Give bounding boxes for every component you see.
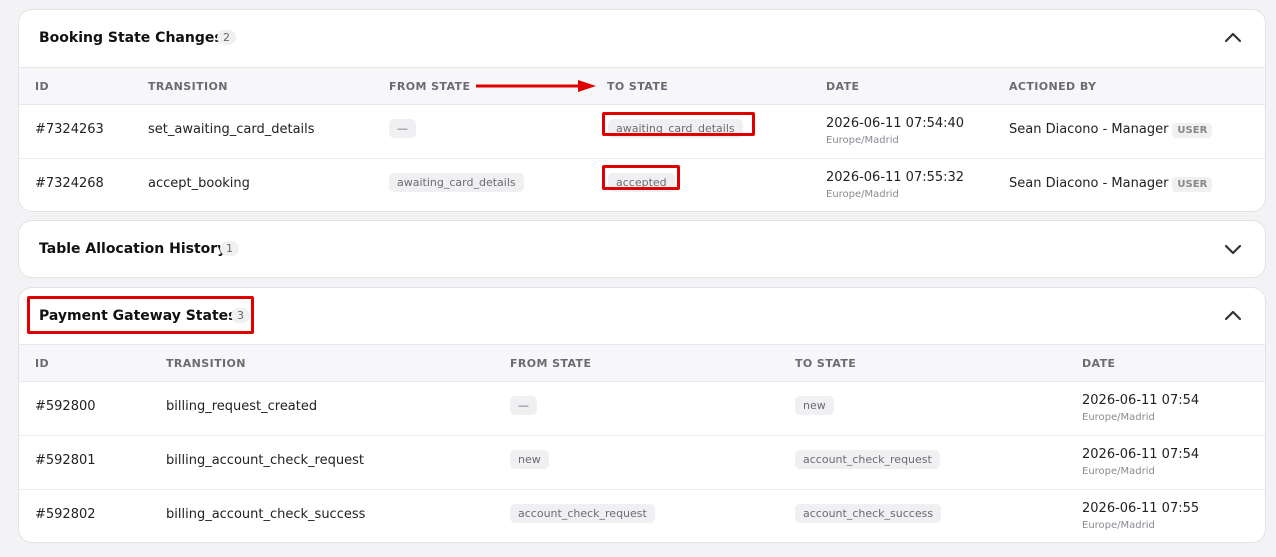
row-transition: billing_account_check_request — [166, 453, 364, 468]
row-id: #592800 — [35, 399, 96, 414]
booking-state-changes-panel: Booking State Changes 2 ID TRANSITION FR… — [18, 9, 1266, 212]
col-id: ID — [35, 80, 50, 93]
row-transition: billing_request_created — [166, 399, 318, 414]
table-row: #7324263 set_awaiting_card_details — awa… — [19, 105, 1265, 159]
from-state-chip: new — [510, 450, 549, 469]
row-transition: billing_account_check_success — [166, 507, 366, 522]
count-badge: 2 — [217, 30, 236, 45]
chevron-down-icon[interactable] — [1223, 239, 1243, 259]
row-id: #592801 — [35, 453, 96, 468]
col-transition: TRANSITION — [148, 80, 228, 93]
to-state-chip: account_check_request — [795, 450, 940, 469]
to-state-chip: awaiting_card_details — [608, 119, 743, 138]
table-header: ID TRANSITION FROM STATE TO STATE DATE A… — [19, 67, 1265, 105]
col-date: DATE — [1082, 357, 1116, 370]
col-date: DATE — [826, 80, 860, 93]
panel-title: Payment Gateway States — [39, 308, 237, 324]
row-timezone: Europe/Madrid — [826, 135, 899, 146]
from-state-chip: account_check_request — [510, 504, 655, 523]
row-date: 2026-06-11 07:55 — [1082, 501, 1200, 516]
panel-title: Table Allocation History — [39, 241, 227, 257]
col-from-state: FROM STATE — [510, 357, 592, 370]
row-timezone: Europe/Madrid — [1082, 520, 1155, 531]
to-state-chip: accepted — [608, 173, 675, 192]
table-header: ID TRANSITION FROM STATE TO STATE DATE — [19, 344, 1265, 382]
actioned-by: Sean Diacono - Manager USER — [1009, 176, 1213, 192]
col-transition: TRANSITION — [166, 357, 246, 370]
actioned-by-name: Sean Diacono - Manager — [1009, 176, 1169, 191]
count-badge: 3 — [231, 308, 250, 323]
col-from-state: FROM STATE — [389, 80, 471, 93]
row-timezone: Europe/Madrid — [826, 189, 899, 200]
from-state-chip: — — [389, 119, 416, 138]
actioned-by-name: Sean Diacono - Manager — [1009, 122, 1169, 137]
to-state-chip: account_check_success — [795, 504, 942, 523]
row-timezone: Europe/Madrid — [1082, 412, 1155, 423]
from-state-chip: awaiting_card_details — [389, 173, 524, 192]
table-allocation-history-header[interactable]: Table Allocation History 1 — [19, 221, 1265, 277]
row-transition: accept_booking — [148, 176, 250, 191]
user-badge: USER — [1172, 123, 1213, 138]
from-state-chip: — — [510, 396, 537, 415]
row-date: 2026-06-11 07:54 — [1082, 393, 1200, 408]
payment-gateway-states-header[interactable]: Payment Gateway States 3 — [19, 288, 1265, 344]
row-id: #592802 — [35, 507, 96, 522]
red-arrow-annotation — [476, 80, 596, 92]
col-id: ID — [35, 357, 50, 370]
table-row: #592802 billing_account_check_success ac… — [19, 490, 1265, 542]
user-badge: USER — [1172, 177, 1213, 192]
panel-title: Booking State Changes — [39, 30, 223, 46]
actioned-by: Sean Diacono - Manager USER — [1009, 122, 1213, 138]
table-row: #7324268 accept_booking awaiting_card_de… — [19, 159, 1265, 211]
to-state-chip: new — [795, 396, 834, 415]
row-id: #7324268 — [35, 176, 104, 191]
chevron-up-icon[interactable] — [1223, 28, 1243, 48]
table-row: #592800 billing_request_created — new 20… — [19, 382, 1265, 436]
table-allocation-history-panel: Table Allocation History 1 — [18, 220, 1266, 278]
col-to-state: TO STATE — [607, 80, 669, 93]
payment-gateway-states-panel: Payment Gateway States 3 ID TRANSITION F… — [18, 287, 1266, 543]
row-date: 2026-06-11 07:54:40 — [826, 116, 965, 131]
row-date: 2026-06-11 07:55:32 — [826, 170, 965, 185]
row-timezone: Europe/Madrid — [1082, 466, 1155, 477]
col-actioned-by: ACTIONED BY — [1009, 80, 1097, 93]
table-row: #592801 billing_account_check_request ne… — [19, 436, 1265, 490]
row-transition: set_awaiting_card_details — [148, 122, 315, 137]
count-badge: 1 — [220, 241, 239, 256]
chevron-up-icon[interactable] — [1223, 306, 1243, 326]
col-to-state: TO STATE — [795, 357, 857, 370]
booking-state-changes-header[interactable]: Booking State Changes 2 — [19, 10, 1265, 67]
row-date: 2026-06-11 07:54 — [1082, 447, 1200, 462]
row-id: #7324263 — [35, 122, 104, 137]
